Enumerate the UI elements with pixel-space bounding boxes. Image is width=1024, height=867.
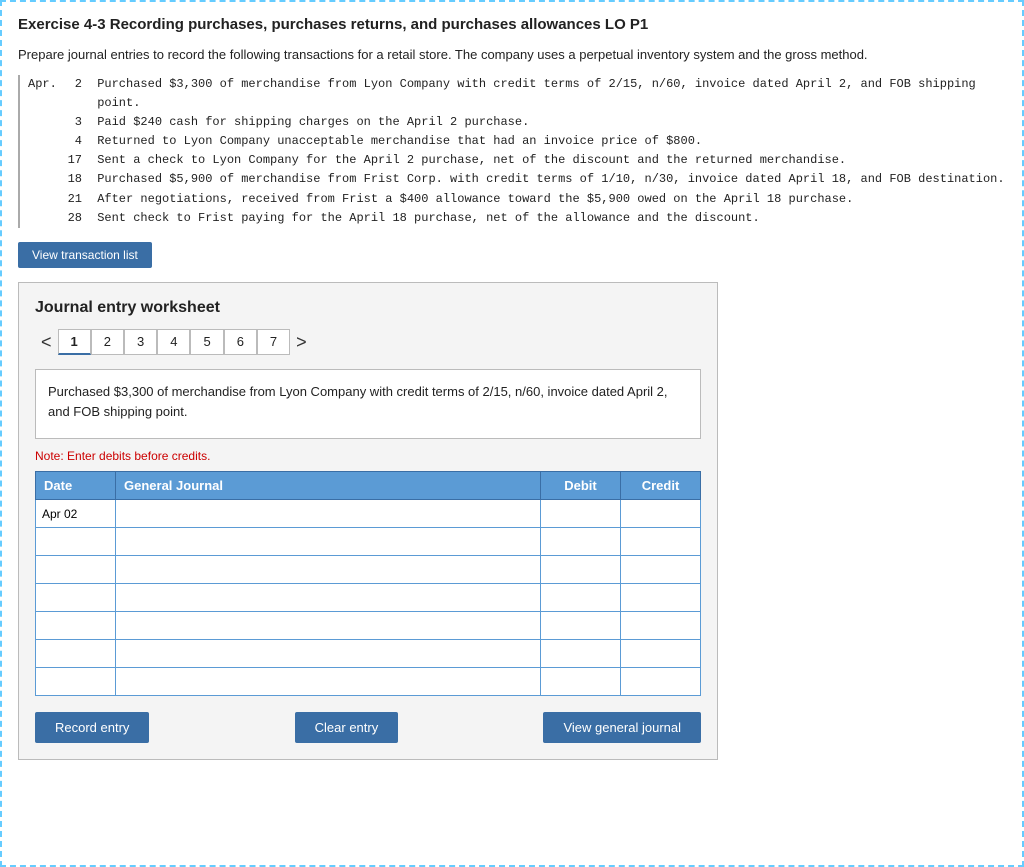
trans-day: 2	[62, 75, 82, 113]
trans-day: 17	[62, 151, 82, 170]
worksheet-container: Journal entry worksheet < 1234567 > Purc…	[18, 282, 718, 760]
trans-text: Returned to Lyon Company unacceptable me…	[97, 132, 1006, 151]
tab-prev-arrow[interactable]: <	[35, 330, 58, 355]
table-row	[36, 640, 701, 668]
table-row	[36, 528, 701, 556]
debit-input[interactable]	[541, 584, 620, 611]
trans-text: Sent check to Frist paying for the April…	[97, 209, 1006, 228]
date-input[interactable]	[36, 584, 115, 611]
debit-input[interactable]	[541, 612, 620, 639]
tab-1[interactable]: 1	[58, 329, 91, 355]
tab-3[interactable]: 3	[124, 329, 157, 355]
trans-text: After negotiations, received from Frist …	[97, 190, 1006, 209]
journal-table: Date General Journal Debit Credit	[35, 471, 701, 696]
tab-navigation: < 1234567 >	[35, 329, 701, 355]
col-header-journal: General Journal	[116, 472, 541, 500]
trans-day: 3	[62, 113, 82, 132]
trans-month	[28, 190, 58, 209]
worksheet-title: Journal entry worksheet	[35, 299, 701, 317]
table-row	[36, 500, 701, 528]
exercise-title: Exercise 4-3 Recording purchases, purcha…	[18, 16, 1006, 33]
transaction-description: Purchased $3,300 of merchandise from Lyo…	[35, 369, 701, 439]
transaction-item: 17 Sent a check to Lyon Company for the …	[28, 151, 1006, 170]
journal-input[interactable]	[116, 640, 540, 667]
credit-input[interactable]	[621, 584, 700, 611]
tab-2[interactable]: 2	[91, 329, 124, 355]
trans-month	[28, 170, 58, 189]
date-input[interactable]	[36, 528, 115, 555]
tab-4[interactable]: 4	[157, 329, 190, 355]
transaction-item: 3 Paid $240 cash for shipping charges on…	[28, 113, 1006, 132]
journal-input[interactable]	[116, 500, 540, 527]
date-input[interactable]	[36, 556, 115, 583]
trans-month: Apr.	[28, 75, 58, 113]
credit-input[interactable]	[621, 640, 700, 667]
trans-day: 18	[62, 170, 82, 189]
debit-input[interactable]	[541, 556, 620, 583]
journal-input[interactable]	[116, 556, 540, 583]
trans-month	[28, 113, 58, 132]
tab-7[interactable]: 7	[257, 329, 290, 355]
view-general-journal-button[interactable]: View general journal	[543, 712, 701, 743]
transaction-item: 4 Returned to Lyon Company unacceptable …	[28, 132, 1006, 151]
trans-text: Sent a check to Lyon Company for the Apr…	[97, 151, 1006, 170]
transaction-item: 18 Purchased $5,900 of merchandise from …	[28, 170, 1006, 189]
credit-input[interactable]	[621, 556, 700, 583]
table-row	[36, 612, 701, 640]
tab-next-arrow[interactable]: >	[290, 330, 313, 355]
journal-input[interactable]	[116, 668, 540, 695]
date-input[interactable]	[36, 640, 115, 667]
trans-day: 21	[62, 190, 82, 209]
clear-entry-button[interactable]: Clear entry	[295, 712, 399, 743]
trans-text: Paid $240 cash for shipping charges on t…	[97, 113, 1006, 132]
intro-text: Prepare journal entries to record the fo…	[18, 45, 1006, 65]
transaction-item: 28 Sent check to Frist paying for the Ap…	[28, 209, 1006, 228]
table-row	[36, 556, 701, 584]
record-entry-button[interactable]: Record entry	[35, 712, 149, 743]
date-input[interactable]	[36, 668, 115, 695]
journal-input[interactable]	[116, 584, 540, 611]
col-header-debit: Debit	[541, 472, 621, 500]
transactions-list: Apr.2 Purchased $3,300 of merchandise fr…	[18, 75, 1006, 229]
tab-5[interactable]: 5	[190, 329, 223, 355]
trans-month	[28, 132, 58, 151]
trans-day: 28	[62, 209, 82, 228]
credit-input[interactable]	[621, 668, 700, 695]
note-text: Note: Enter debits before credits.	[35, 449, 701, 463]
transaction-item: Apr.2 Purchased $3,300 of merchandise fr…	[28, 75, 1006, 113]
trans-day: 4	[62, 132, 82, 151]
journal-input[interactable]	[116, 612, 540, 639]
debit-input[interactable]	[541, 668, 620, 695]
trans-text: Purchased $5,900 of merchandise from Fri…	[97, 170, 1006, 189]
debit-input[interactable]	[541, 528, 620, 555]
debit-input[interactable]	[541, 500, 620, 527]
view-transaction-button[interactable]: View transaction list	[18, 242, 152, 268]
date-input[interactable]	[36, 500, 115, 527]
trans-text: Purchased $3,300 of merchandise from Lyo…	[97, 75, 1006, 113]
credit-input[interactable]	[621, 500, 700, 527]
credit-input[interactable]	[621, 612, 700, 639]
transaction-item: 21 After negotiations, received from Fri…	[28, 190, 1006, 209]
journal-input[interactable]	[116, 528, 540, 555]
trans-month	[28, 209, 58, 228]
trans-month	[28, 151, 58, 170]
tab-6[interactable]: 6	[224, 329, 257, 355]
col-header-date: Date	[36, 472, 116, 500]
table-row	[36, 584, 701, 612]
credit-input[interactable]	[621, 528, 700, 555]
table-row	[36, 668, 701, 696]
debit-input[interactable]	[541, 640, 620, 667]
date-input[interactable]	[36, 612, 115, 639]
button-row: Record entry Clear entry View general jo…	[35, 712, 701, 743]
col-header-credit: Credit	[621, 472, 701, 500]
